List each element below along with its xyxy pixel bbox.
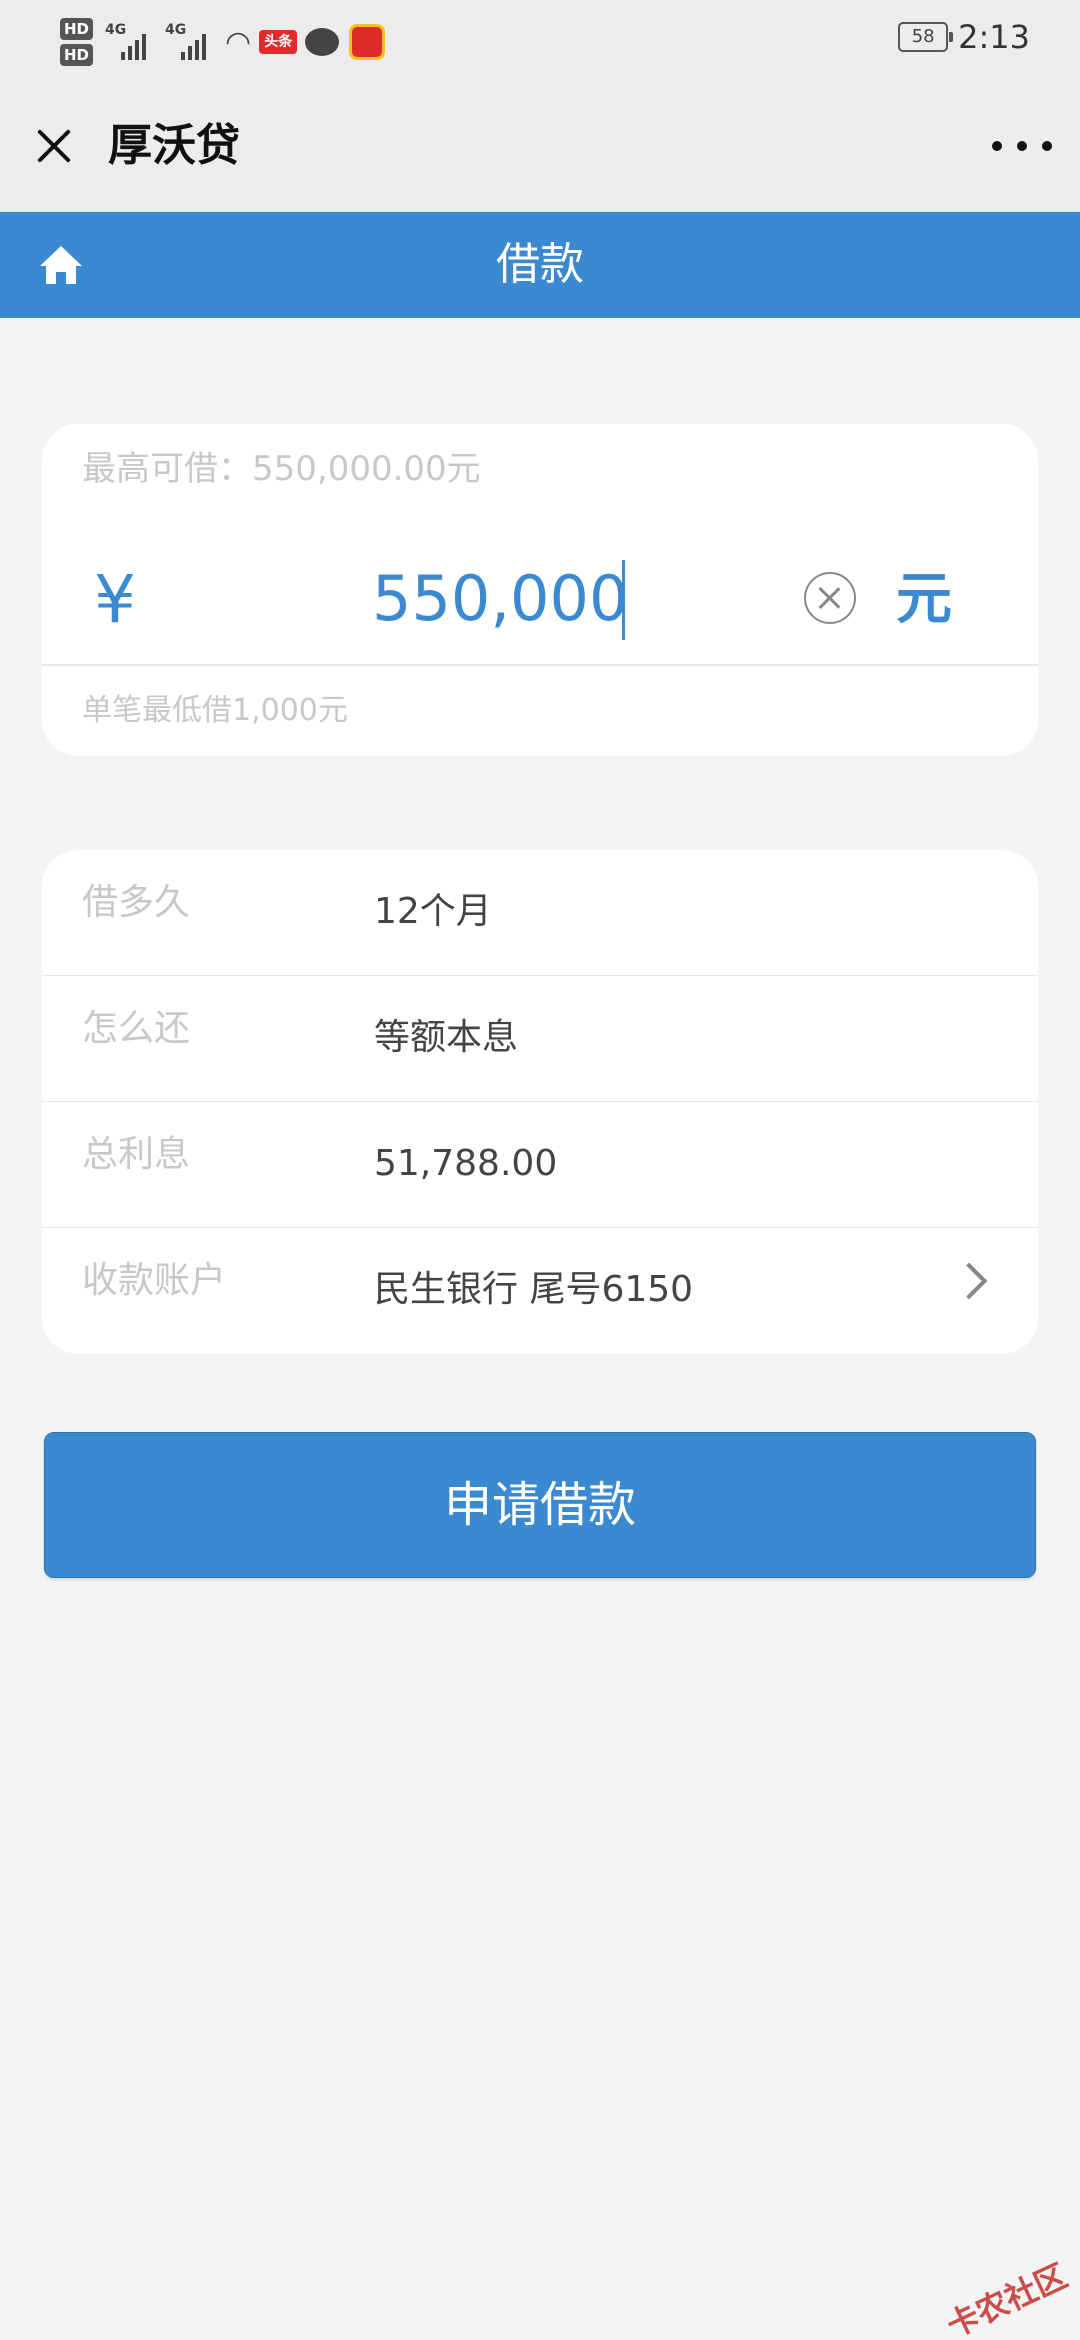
- clear-icon[interactable]: [804, 572, 856, 624]
- hd-badge-2: HD: [60, 44, 94, 66]
- receiving-account-row[interactable]: 收款账户 民生银行 尾号6150: [42, 1228, 1038, 1354]
- app-title-bar: 厚沃贷: [0, 80, 1080, 212]
- row-label: 总利息: [82, 1134, 191, 1175]
- divider: [42, 664, 1038, 666]
- watermark-logo: 卡农社区: [940, 2256, 1073, 2340]
- apply-loan-button[interactable]: 申请借款: [44, 1432, 1036, 1578]
- row-label: 收款账户: [82, 1260, 227, 1301]
- status-icons: HD HD 4G 4G ◠ 头条: [60, 12, 386, 72]
- wifi-icon: ◠: [225, 24, 252, 60]
- status-right: 58 2:13: [898, 18, 1030, 56]
- page-title: 借款: [496, 239, 584, 290]
- min-loan-note: 单笔最低借1,000元: [82, 693, 348, 728]
- repayment-method-row[interactable]: 怎么还 等额本息: [42, 976, 1038, 1102]
- home-icon[interactable]: [38, 244, 84, 286]
- amount-unit: 元: [896, 567, 952, 632]
- loan-details-card: 借多久 12个月 怎么还 等额本息 总利息 51,788.00 收款账户 民生银…: [42, 850, 1038, 1354]
- row-label: 怎么还: [82, 1008, 191, 1049]
- signal-icon-2: 4G: [165, 22, 217, 62]
- row-value: 51,788.00: [374, 1143, 558, 1184]
- close-icon[interactable]: [28, 120, 80, 172]
- chevron-right-icon: [950, 1262, 988, 1300]
- wechat-notification-icon: [305, 28, 340, 56]
- row-value: 12个月: [374, 891, 492, 932]
- loan-amount-input[interactable]: [372, 556, 672, 640]
- text-cursor: [622, 560, 625, 640]
- clock: 2:13: [958, 18, 1030, 56]
- app-title: 厚沃贷: [108, 120, 240, 171]
- currency-symbol: ¥: [94, 561, 136, 638]
- more-options-icon[interactable]: [992, 126, 1052, 166]
- status-bar: HD HD 4G 4G ◠ 头条 58 2:13: [0, 0, 1080, 80]
- toutiao-notification-icon: 头条: [259, 30, 298, 54]
- total-interest-row: 总利息 51,788.00: [42, 1102, 1038, 1228]
- battery-icon: 58: [898, 22, 954, 52]
- signal-icon-1: 4G: [105, 22, 157, 62]
- hd-badge-1: HD: [60, 18, 94, 40]
- row-value: 民生银行 尾号6150: [374, 1269, 694, 1310]
- hd-indicators: HD HD: [60, 18, 94, 66]
- row-value: 等额本息: [374, 1017, 519, 1058]
- app-notification-icon: [349, 24, 386, 60]
- loan-amount-card: 最高可借：550,000.00元 ¥ 元 单笔最低借1,000元: [42, 424, 1038, 756]
- row-label: 借多久: [82, 882, 191, 923]
- loan-term-row[interactable]: 借多久 12个月: [42, 850, 1038, 976]
- max-loan-label: 最高可借：550,000.00元: [82, 449, 481, 489]
- page-header: 借款: [0, 212, 1080, 318]
